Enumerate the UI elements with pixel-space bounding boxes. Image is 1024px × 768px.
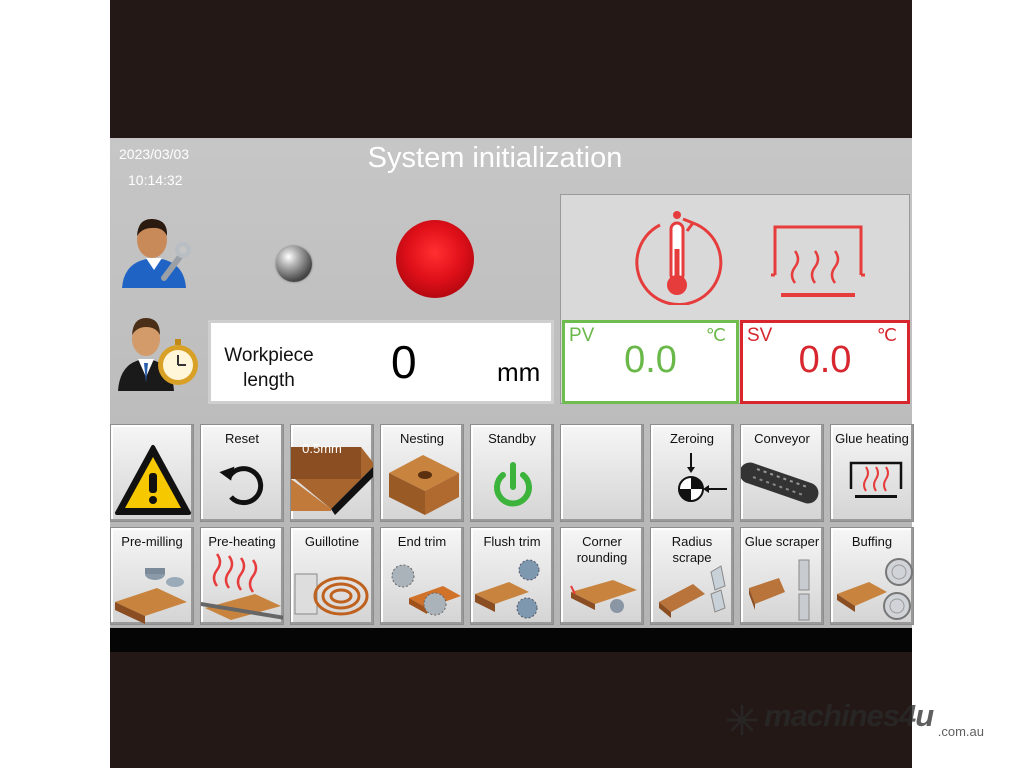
thermometer-icon[interactable]	[627, 209, 727, 305]
conveyor-button[interactable]: Conveyor	[740, 424, 824, 522]
end-trim-icon	[391, 564, 461, 616]
radius-scrape-icon	[659, 565, 726, 618]
pv-temperature-display: PV ℃ 0.0	[562, 320, 739, 404]
sv-value: 0.0	[798, 339, 852, 381]
glue-scraper-icon	[749, 559, 810, 621]
heater-icon[interactable]	[767, 221, 867, 301]
pre-heating-icon	[201, 553, 283, 620]
zeroing-icon	[678, 453, 727, 502]
radius-scrape-button[interactable]: Radius scrape	[650, 527, 734, 625]
watermark-domain: .com.au	[937, 724, 984, 739]
watermark: machines4u .com.au	[726, 698, 996, 750]
standby-button[interactable]: Standby	[470, 424, 554, 522]
time-display: 10:14:32	[128, 172, 183, 188]
buffing-icon	[837, 558, 913, 620]
reset-button[interactable]: Reset	[200, 424, 284, 522]
corner-rounding-button[interactable]: Corner rounding	[560, 527, 644, 625]
guillotine-button[interactable]: Guillotine	[290, 527, 374, 625]
bottom-bar	[110, 628, 912, 652]
watermark-logo-icon	[726, 704, 758, 736]
page-title: System initialization	[367, 142, 623, 174]
power-icon	[494, 462, 532, 507]
guillotine-icon	[294, 573, 369, 616]
sv-temperature-display[interactable]: SV ℃ 0.0	[740, 320, 910, 404]
date-display: 2023/03/03	[119, 146, 190, 162]
watermark-text: machines4u	[764, 698, 934, 733]
pv-value: 0.0	[624, 339, 677, 381]
glue-scraper-button[interactable]: Glue scraper	[740, 527, 824, 625]
corner-rounding-icon	[570, 580, 637, 613]
workpiece-length-unit: mm	[497, 357, 541, 387]
warning-icon	[115, 445, 191, 515]
edge-thickness-icon	[291, 447, 373, 515]
edge-thickness-button[interactable]: 0.5mm	[290, 424, 374, 522]
maintenance-user-icon[interactable]	[116, 208, 192, 288]
glue-heating-icon	[849, 461, 903, 498]
edge-thickness-label: 0.5mm	[302, 441, 342, 456]
alarm-button[interactable]	[110, 424, 194, 522]
pre-milling-button[interactable]: Pre-milling	[110, 527, 194, 625]
zeroing-button[interactable]: Zeroing	[650, 424, 734, 522]
empty-button[interactable]	[560, 424, 644, 522]
nesting-icon	[389, 455, 459, 515]
nesting-button[interactable]: Nesting	[380, 424, 464, 522]
status-indicator-red	[396, 220, 474, 298]
conveyor-icon	[741, 462, 819, 504]
pre-milling-icon	[115, 568, 187, 624]
glue-heating-button[interactable]: Glue heating	[830, 424, 914, 522]
workpiece-length-label: Workpiece length	[224, 345, 314, 391]
reset-icon	[219, 466, 264, 506]
workpiece-length-value: 0	[391, 336, 417, 388]
end-trim-button[interactable]: End trim	[380, 527, 464, 625]
buffing-button[interactable]: Buffing	[830, 527, 914, 625]
flush-trim-icon	[475, 559, 540, 619]
pre-heating-button[interactable]: Pre-heating	[200, 527, 284, 625]
status-indicator-grey	[276, 246, 312, 282]
flush-trim-button[interactable]: Flush trim	[470, 527, 554, 625]
operator-timer-icon[interactable]	[116, 303, 200, 391]
workpiece-length-display: Workpiece length 0 mm	[208, 320, 554, 404]
